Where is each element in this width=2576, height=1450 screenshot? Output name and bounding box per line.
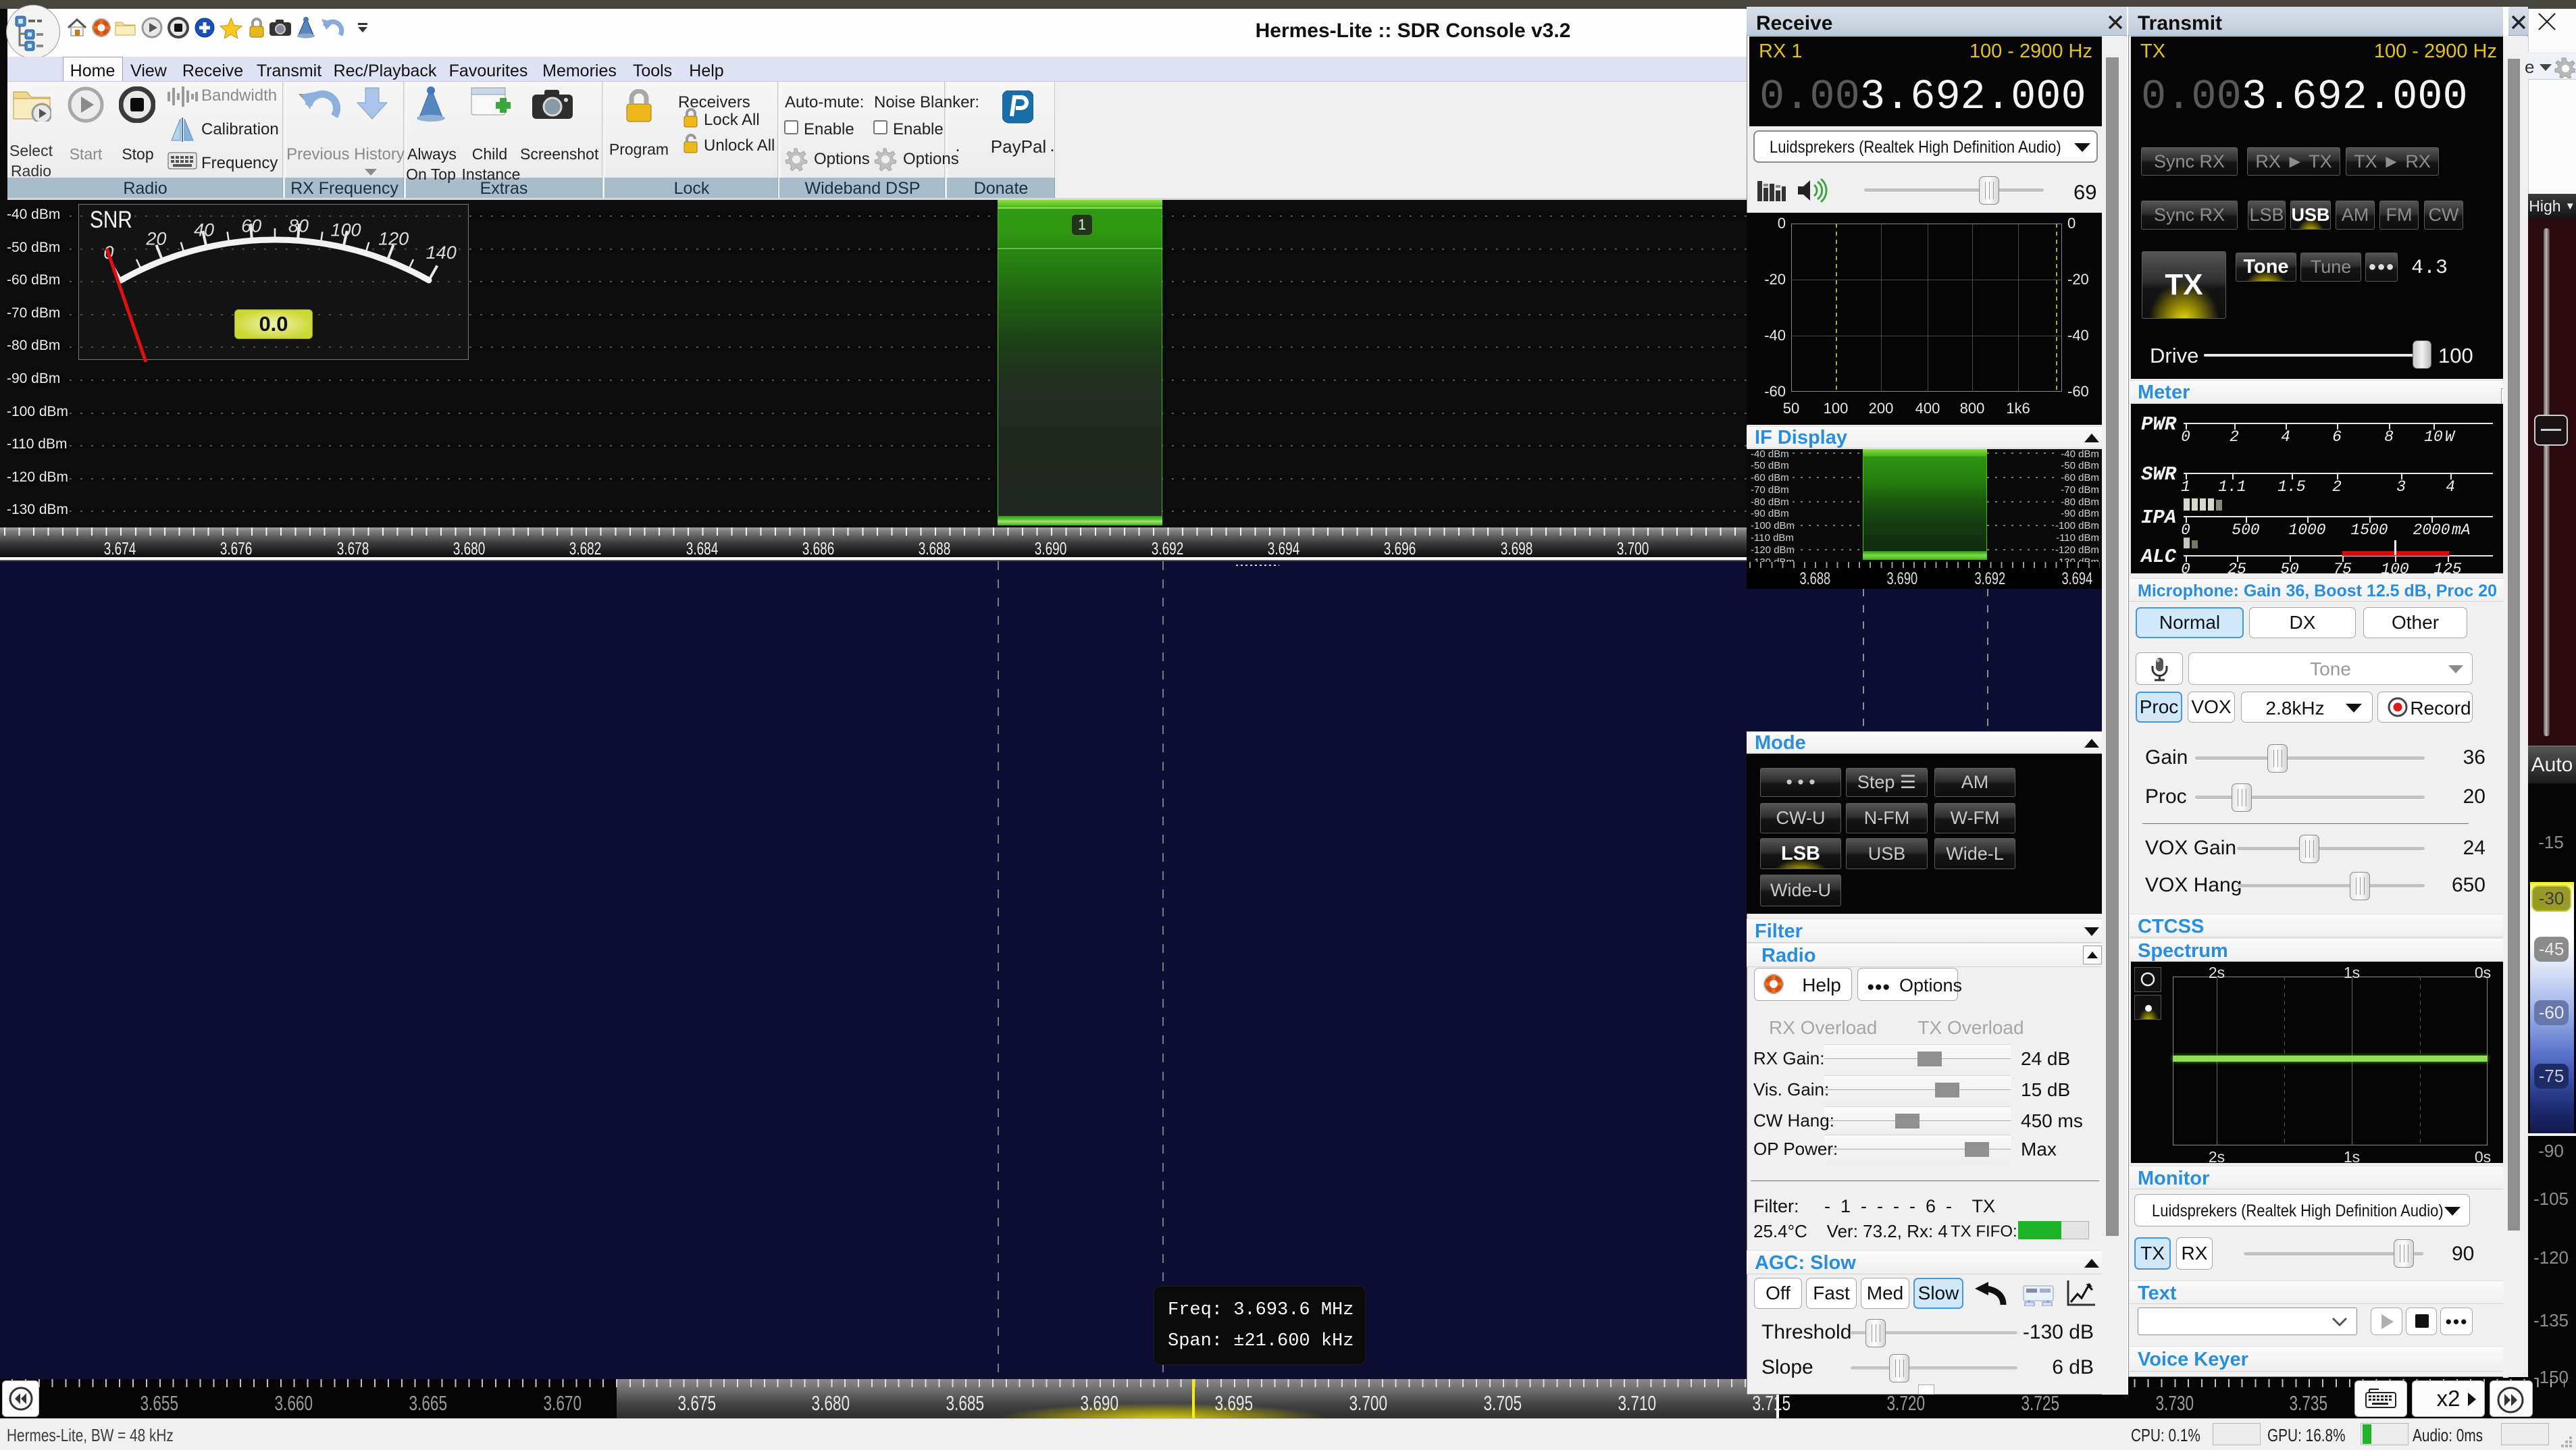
svg-text:100: 100 bbox=[330, 220, 361, 240]
svg-text:60: 60 bbox=[241, 216, 261, 236]
svg-text:140: 140 bbox=[426, 242, 457, 263]
svg-text:120: 120 bbox=[378, 228, 409, 249]
svg-text:80: 80 bbox=[288, 216, 309, 236]
